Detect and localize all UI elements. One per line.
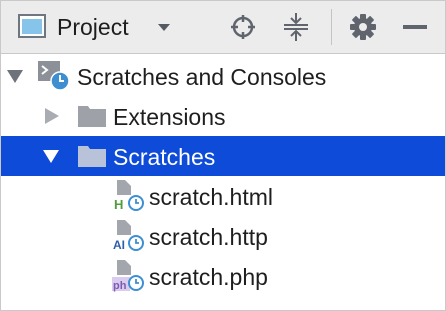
minimize-icon[interactable] (402, 21, 428, 33)
toolbar-separator (331, 9, 332, 45)
tree-node-scratches[interactable]: Scratches (1, 136, 445, 176)
tree-node-label: scratch.php (149, 264, 268, 290)
folder-icon (77, 144, 107, 173)
html-scratch-file-icon: H (111, 179, 145, 218)
expanded-arrow-icon[interactable] (41, 148, 61, 171)
tree-node-label: Scratches and Consoles (77, 64, 327, 90)
gear-icon[interactable] (349, 13, 377, 41)
http-scratch-file-icon: AI (111, 219, 145, 258)
folder-icon (77, 104, 107, 133)
tree-node-label: scratch.http (149, 224, 268, 250)
project-view-icon (18, 14, 46, 38)
tree-node-scratch-http[interactable]: AI scratch.http (1, 216, 445, 256)
dropdown-arrow-icon[interactable] (153, 17, 175, 37)
svg-text:AI: AI (113, 238, 125, 252)
tree-node-label: scratch.html (149, 184, 273, 210)
tree-node-label: Extensions (113, 104, 226, 130)
svg-text:H: H (114, 197, 123, 212)
tree-node-scratches-and-consoles[interactable]: Scratches and Consoles (1, 56, 445, 96)
locate-crosshair-icon[interactable] (230, 14, 256, 40)
collapse-all-icon[interactable] (282, 12, 310, 42)
svg-text:ph: ph (113, 280, 127, 292)
project-view-title[interactable]: Project (57, 13, 129, 41)
collapsed-arrow-icon[interactable] (43, 106, 61, 131)
expanded-arrow-icon[interactable] (5, 68, 25, 91)
tree-node-extensions[interactable]: Extensions (1, 96, 445, 136)
tree-node-scratch-html[interactable]: H scratch.html (1, 176, 445, 216)
tree-node-scratch-php[interactable]: ph scratch.php (1, 256, 445, 296)
project-tool-window: Project Scratches and Consoles Extension… (0, 0, 446, 311)
scratches-consoles-icon (37, 60, 71, 97)
php-scratch-file-icon: ph (111, 259, 145, 298)
tree-node-label: Scratches (113, 144, 216, 170)
tool-window-header: Project (1, 1, 445, 54)
